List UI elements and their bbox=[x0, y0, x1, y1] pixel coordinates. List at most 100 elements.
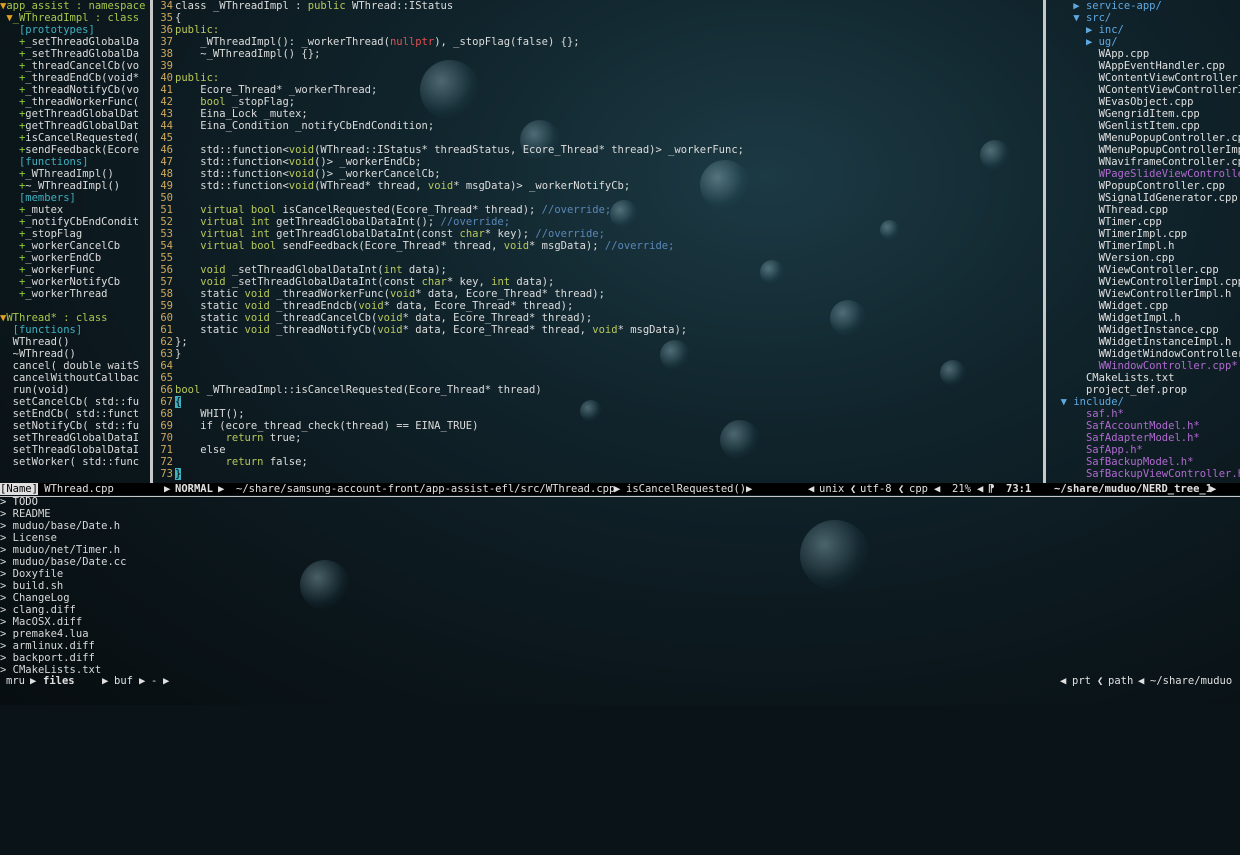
tree-item[interactable]: WWidget.cpp bbox=[1048, 300, 1240, 312]
mru-item[interactable]: > armlinux.diff bbox=[0, 640, 1240, 652]
mru-prompt[interactable]: > TODO bbox=[0, 496, 1240, 508]
tagbar-item[interactable]: run(void) bbox=[0, 384, 148, 396]
tagbar-item[interactable]: setCancelCb( std::fu bbox=[0, 396, 148, 408]
tree-item[interactable]: saf.h* bbox=[1048, 408, 1240, 420]
tagbar-item[interactable]: +sendFeedback(Ecore bbox=[0, 144, 148, 156]
tree-item[interactable]: WMenuPopupController.cp bbox=[1048, 132, 1240, 144]
tagbar-item[interactable]: +_workerThread bbox=[0, 288, 148, 300]
tagbar-item[interactable]: +_workerCancelCb bbox=[0, 240, 148, 252]
tagbar-item[interactable]: +_notifyCbEndCondit bbox=[0, 216, 148, 228]
tree-item[interactable]: WContentViewControllerI bbox=[1048, 84, 1240, 96]
tree-item[interactable]: ▶ inc/ bbox=[1048, 24, 1240, 36]
tree-item[interactable]: WGengridItem.cpp bbox=[1048, 108, 1240, 120]
mru-list[interactable]: > TODO > README > muduo/base/Date.h > Lice… bbox=[0, 496, 1240, 676]
mru-item[interactable]: > License bbox=[0, 532, 1240, 544]
tree-item[interactable]: project_def.prop bbox=[1048, 384, 1240, 396]
mru-item[interactable]: > premake4.lua bbox=[0, 628, 1240, 640]
tree-item[interactable]: ▶ service-app/ bbox=[1048, 0, 1240, 12]
tree-item[interactable]: WVersion.cpp bbox=[1048, 252, 1240, 264]
tree-item[interactable]: WWindowController.cpp* bbox=[1048, 360, 1240, 372]
tagbar-item[interactable]: ▼app_assist : namespace bbox=[0, 0, 148, 12]
tree-item[interactable]: WTimerImpl.h bbox=[1048, 240, 1240, 252]
mode-mru[interactable]: mru bbox=[6, 675, 25, 687]
tree-item[interactable]: WAppEventHandler.cpp bbox=[1048, 60, 1240, 72]
tree-item[interactable]: WContentViewController. bbox=[1048, 72, 1240, 84]
mru-item[interactable]: > README bbox=[0, 508, 1240, 520]
tree-item[interactable]: WPageSlideViewControlle bbox=[1048, 168, 1240, 180]
tree-item[interactable]: WViewControllerImpl.cpp bbox=[1048, 276, 1240, 288]
nerdtree-pane[interactable]: ▶ service-app/ ▼ src/ ▶ inc/ ▶ ug/ WApp.… bbox=[1048, 0, 1240, 483]
tree-item[interactable]: WApp.cpp bbox=[1048, 48, 1240, 60]
tagbar-item[interactable]: setNotifyCb( std::fu bbox=[0, 420, 148, 432]
tree-item[interactable]: CMakeLists.txt bbox=[1048, 372, 1240, 384]
tagbar-item[interactable]: cancelWithoutCallbac bbox=[0, 372, 148, 384]
tagbar-item[interactable]: +_stopFlag bbox=[0, 228, 148, 240]
tagbar-item[interactable]: +_workerNotifyCb bbox=[0, 276, 148, 288]
tagbar-item[interactable]: [prototypes] bbox=[0, 24, 148, 36]
tagbar-item[interactable]: +_mutex bbox=[0, 204, 148, 216]
tagbar-item[interactable]: cancel( double waitS bbox=[0, 360, 148, 372]
mru-item[interactable]: > build.sh bbox=[0, 580, 1240, 592]
tagbar-item[interactable]: +getThreadGlobalDat bbox=[0, 120, 148, 132]
mru-item[interactable]: > clang.diff bbox=[0, 604, 1240, 616]
tagbar-item[interactable]: setWorker( std::func bbox=[0, 456, 148, 468]
tagbar-item[interactable]: [functions] bbox=[0, 156, 148, 168]
tagbar-item[interactable]: setThreadGlobalDataI bbox=[0, 432, 148, 444]
tree-item[interactable]: ▼ include/ bbox=[1048, 396, 1240, 408]
tagbar-item[interactable]: ~WThread() bbox=[0, 348, 148, 360]
tagbar-item[interactable]: +_threadEndCb(void* bbox=[0, 72, 148, 84]
tree-item[interactable]: WEvasObject.cpp bbox=[1048, 96, 1240, 108]
tagbar-item[interactable]: [functions] bbox=[0, 324, 148, 336]
tree-item[interactable]: WSignalIdGenerator.cpp bbox=[1048, 192, 1240, 204]
tree-item[interactable]: WWidgetInstanceImpl.h bbox=[1048, 336, 1240, 348]
tagbar-pane[interactable]: ▼app_assist : namespace ▼_WThreadImpl : … bbox=[0, 0, 148, 483]
tree-item[interactable]: WTimerImpl.cpp bbox=[1048, 228, 1240, 240]
tree-item[interactable]: SafAccountModel.h* bbox=[1048, 420, 1240, 432]
tagbar-item[interactable]: +_WThreadImpl() bbox=[0, 168, 148, 180]
tagbar-item[interactable]: +_workerEndCb bbox=[0, 252, 148, 264]
mru-item[interactable]: > ChangeLog bbox=[0, 592, 1240, 604]
tree-item[interactable]: WGenlistItem.cpp bbox=[1048, 120, 1240, 132]
editor-pane[interactable]: 34 class _WThreadImpl : public WThread::I… bbox=[157, 0, 1042, 483]
tagbar-item[interactable]: +isCancelRequested( bbox=[0, 132, 148, 144]
mru-item[interactable]: > muduo/net/Timer.h bbox=[0, 544, 1240, 556]
tree-item[interactable]: WPopupController.cpp bbox=[1048, 180, 1240, 192]
tagbar-item[interactable]: ▼_WThreadImpl : class bbox=[0, 12, 148, 24]
mru-item[interactable]: > MacOSX.diff bbox=[0, 616, 1240, 628]
tree-item[interactable]: WNaviframeController.cp bbox=[1048, 156, 1240, 168]
tree-item[interactable]: ▼ src/ bbox=[1048, 12, 1240, 24]
tagbar-item[interactable]: setEndCb( std::funct bbox=[0, 408, 148, 420]
mode-buf[interactable]: buf bbox=[114, 675, 133, 687]
tagbar-item[interactable]: +_setThreadGlobalDa bbox=[0, 48, 148, 60]
mru-item[interactable]: > backport.diff bbox=[0, 652, 1240, 664]
tagbar-item[interactable]: +_threadWorkerFunc( bbox=[0, 96, 148, 108]
tree-item[interactable]: WThread.cpp bbox=[1048, 204, 1240, 216]
tagbar-item[interactable]: [members] bbox=[0, 192, 148, 204]
mru-item[interactable]: > Doxyfile bbox=[0, 568, 1240, 580]
tagbar-item[interactable]: setThreadGlobalDataI bbox=[0, 444, 148, 456]
tree-item[interactable]: ▶ ug/ bbox=[1048, 36, 1240, 48]
tagbar-item[interactable]: WThread() bbox=[0, 336, 148, 348]
tagbar-item[interactable]: +_workerFunc bbox=[0, 264, 148, 276]
tree-item[interactable]: WMenuPopupControllerImp bbox=[1048, 144, 1240, 156]
tagbar-item[interactable]: +_threadNotifyCb(vo bbox=[0, 84, 148, 96]
split-separator[interactable] bbox=[150, 0, 153, 483]
tagbar-item[interactable]: +_threadCancelCb(vo bbox=[0, 60, 148, 72]
tree-item[interactable]: WWidgetWindowController bbox=[1048, 348, 1240, 360]
split-separator[interactable] bbox=[1043, 0, 1046, 483]
tree-item[interactable]: WWidgetImpl.h bbox=[1048, 312, 1240, 324]
tree-item[interactable]: WTimer.cpp bbox=[1048, 216, 1240, 228]
mru-item[interactable]: > muduo/base/Date.cc bbox=[0, 556, 1240, 568]
mode-files[interactable]: files bbox=[43, 675, 75, 687]
tagbar-item[interactable]: ▼WThread* : class bbox=[0, 312, 148, 324]
tree-item[interactable]: WViewController.cpp bbox=[1048, 264, 1240, 276]
tagbar-item[interactable]: +~_WThreadImpl() bbox=[0, 180, 148, 192]
tree-item[interactable]: SafApp.h* bbox=[1048, 444, 1240, 456]
tree-item[interactable]: WViewControllerImpl.h bbox=[1048, 288, 1240, 300]
tree-item[interactable]: WWidgetInstance.cpp bbox=[1048, 324, 1240, 336]
tagbar-item[interactable] bbox=[0, 300, 148, 312]
tree-item[interactable]: SafBackupViewController.h bbox=[1048, 468, 1240, 480]
tagbar-item[interactable]: +getThreadGlobalDat bbox=[0, 108, 148, 120]
tree-item[interactable]: SafAdapterModel.h* bbox=[1048, 432, 1240, 444]
mru-item[interactable]: > muduo/base/Date.h bbox=[0, 520, 1240, 532]
